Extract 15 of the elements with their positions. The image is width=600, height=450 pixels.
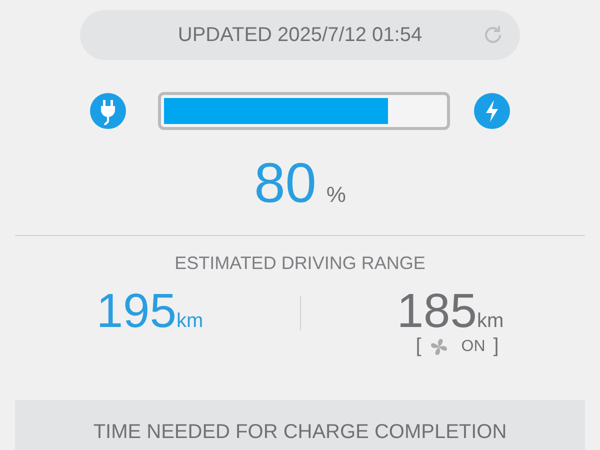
update-time: UPDATED 2025/7/12 01:54 [178,24,422,46]
update-bar[interactable]: UPDATED 2025/7/12 01:54 [80,10,520,60]
range-value: 185 [396,284,477,338]
charge-time-title: TIME NEEDED FOR CHARGE COMPLETION [93,421,507,444]
bracket: ] [493,335,499,358]
battery-percent: 80 [254,150,316,215]
fan-icon [429,336,450,356]
range-title: ESTIMATED DRIVING RANGE [174,253,426,274]
climate-status: ON [461,338,486,356]
range-unit: km [176,310,204,333]
refresh-icon[interactable] [482,24,504,46]
percent-unit: % [326,182,346,208]
range-unit: km [476,310,504,333]
bracket: [ [416,335,422,358]
range-value: 195 [96,284,176,339]
